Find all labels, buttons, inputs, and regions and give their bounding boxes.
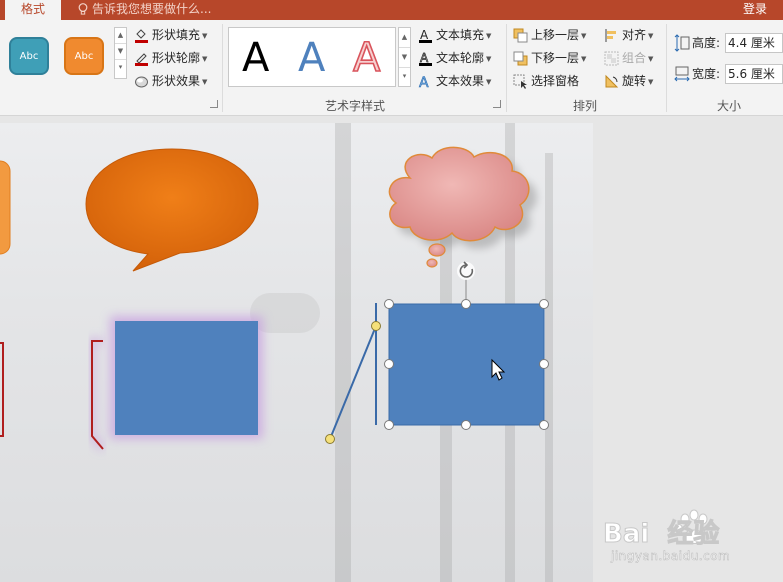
height-label: 高度: [692, 36, 721, 50]
title-bar: 格式 告诉我您想要做什么... 登录 [0, 0, 783, 20]
resize-handle-top-right[interactable] [539, 299, 549, 309]
rotate-icon [605, 74, 619, 88]
resize-handle-bottom-left[interactable] [384, 420, 394, 430]
resize-handle-bottom[interactable] [461, 420, 471, 430]
text-effects-icon: A [419, 75, 430, 89]
baidu-jingyan-watermark: Bai 经验 jingyan.baidu.com [597, 503, 777, 573]
adjust-handle-yellow[interactable] [371, 321, 381, 331]
scroll-up-icon[interactable]: ▲ [399, 28, 410, 48]
wordart-sample-black[interactable]: A [242, 36, 269, 80]
pencil-icon [135, 53, 148, 66]
paint-bucket-icon [135, 29, 148, 43]
more-icon[interactable]: ▾ [115, 60, 126, 76]
width-label: 宽度: [692, 67, 721, 81]
selection-pane-icon [513, 74, 527, 89]
tab-format[interactable]: 格式 [5, 0, 61, 20]
wordart-launcher-icon[interactable] [493, 100, 501, 108]
lightbulb-icon [78, 3, 88, 15]
selection-pane-button[interactable]: 选择窗格 [513, 71, 579, 91]
orange-rounded-shape-partial[interactable] [0, 160, 11, 255]
tell-me-text: 告诉我您想要做什么... [92, 2, 212, 16]
ribbon: Abc Abc ▲ ▼ ▾ 形状填充 ▼ 形状轮廓 ▼ 形状效果 ▼ A A A ▲ ▼ ▾ … [0, 20, 783, 116]
adjust-handle-yellow[interactable] [325, 434, 335, 444]
shape-styles-launcher-icon[interactable] [210, 100, 218, 108]
size-group-label: 大小 [716, 99, 741, 113]
shape-fill-button[interactable]: 形状填充 ▼ [134, 25, 207, 45]
slide-canvas[interactable] [0, 123, 593, 582]
group-button[interactable]: 组合 ▼ [604, 48, 653, 68]
resize-handle-bottom-right[interactable] [539, 420, 549, 430]
send-backward-button[interactable]: 下移一层 ▼ [513, 48, 586, 68]
group-divider [222, 24, 223, 112]
watermark-brand: Bai 经验 [602, 519, 720, 550]
watermark-url: jingyan.baidu.com [611, 549, 731, 564]
resize-handle-top-left[interactable] [384, 299, 394, 309]
callout-leader-line[interactable] [329, 325, 377, 440]
text-effects-button[interactable]: A 文本效果 ▼ [418, 71, 492, 91]
wordart-group-label: 艺术字样式 [324, 99, 385, 113]
shape-style-scroller[interactable]: ▲ ▼ ▾ [114, 27, 127, 79]
resize-handle-top[interactable] [461, 299, 471, 309]
slide-shapes [0, 146, 549, 451]
scroll-down-icon[interactable]: ▼ [115, 44, 126, 60]
shape-outline-button[interactable]: 形状轮廓 ▼ [134, 48, 207, 68]
scroll-down-icon[interactable]: ▼ [399, 48, 410, 68]
rotate-button[interactable]: 旋转 ▼ [604, 71, 653, 91]
thought-bubble-dot-small[interactable] [426, 258, 438, 268]
svg-text:A: A [419, 75, 429, 89]
height-field[interactable]: 4.4 厘米 [725, 33, 783, 53]
blue-rectangle-glow[interactable] [115, 321, 258, 435]
resize-handle-left[interactable] [384, 359, 394, 369]
resize-handle-right[interactable] [539, 359, 549, 369]
wordart-gallery[interactable]: A A A [228, 27, 396, 87]
align-icon [605, 29, 616, 42]
thought-bubble-dot-large[interactable] [428, 243, 446, 257]
bring-forward-icon [513, 28, 528, 43]
login-link[interactable]: 登录 [743, 0, 767, 20]
powerpoint-window: 格式 告诉我您想要做什么... 登录 Abc Abc ▲ ▼ ▾ 形状填充 ▼ 形状轮… [0, 0, 783, 582]
selected-blue-rectangle[interactable] [388, 303, 545, 426]
wordart-sample-blue[interactable]: A [298, 36, 325, 80]
wordart-sample-outlined-red[interactable]: A [352, 35, 381, 81]
bring-forward-button[interactable]: 上移一层 ▼ [513, 25, 586, 45]
red-bracket-partial[interactable] [0, 342, 4, 437]
send-backward-icon [513, 51, 528, 66]
wordart-scroller[interactable]: ▲ ▼ ▾ [398, 27, 411, 87]
shape-effects-icon [135, 76, 148, 88]
svg-text:A: A [420, 28, 429, 42]
svg-text:A: A [420, 51, 429, 65]
text-outline-button[interactable]: A 文本轮廓 ▼ [418, 48, 491, 68]
shape-effects-button[interactable]: 形状效果 ▼ [134, 71, 207, 91]
arrange-group-label: 排列 [572, 99, 597, 113]
shape-height-icon [674, 34, 690, 52]
text-fill-icon: A [419, 28, 432, 43]
shape-width-icon [674, 66, 690, 82]
scroll-up-icon[interactable]: ▲ [115, 28, 126, 44]
text-fill-button[interactable]: A 文本填充 ▼ [418, 25, 491, 45]
group-divider [506, 24, 507, 112]
group-icon [604, 51, 619, 66]
tell-me-box[interactable]: 告诉我您想要做什么... [78, 0, 211, 20]
pink-thought-cloud[interactable] [388, 146, 530, 242]
shape-style-swatch-blue[interactable]: Abc [9, 37, 49, 75]
group-divider [666, 24, 667, 112]
rotate-handle-icon[interactable] [457, 261, 475, 280]
shape-style-swatch-orange[interactable]: Abc [64, 37, 104, 75]
more-icon[interactable]: ▾ [399, 68, 410, 86]
align-button[interactable]: 对齐 ▼ [604, 25, 653, 45]
width-field[interactable]: 5.6 厘米 [725, 64, 783, 84]
orange-speech-bubble[interactable] [85, 148, 259, 272]
bracket-glow [89, 338, 106, 451]
text-outline-icon: A [419, 51, 432, 66]
